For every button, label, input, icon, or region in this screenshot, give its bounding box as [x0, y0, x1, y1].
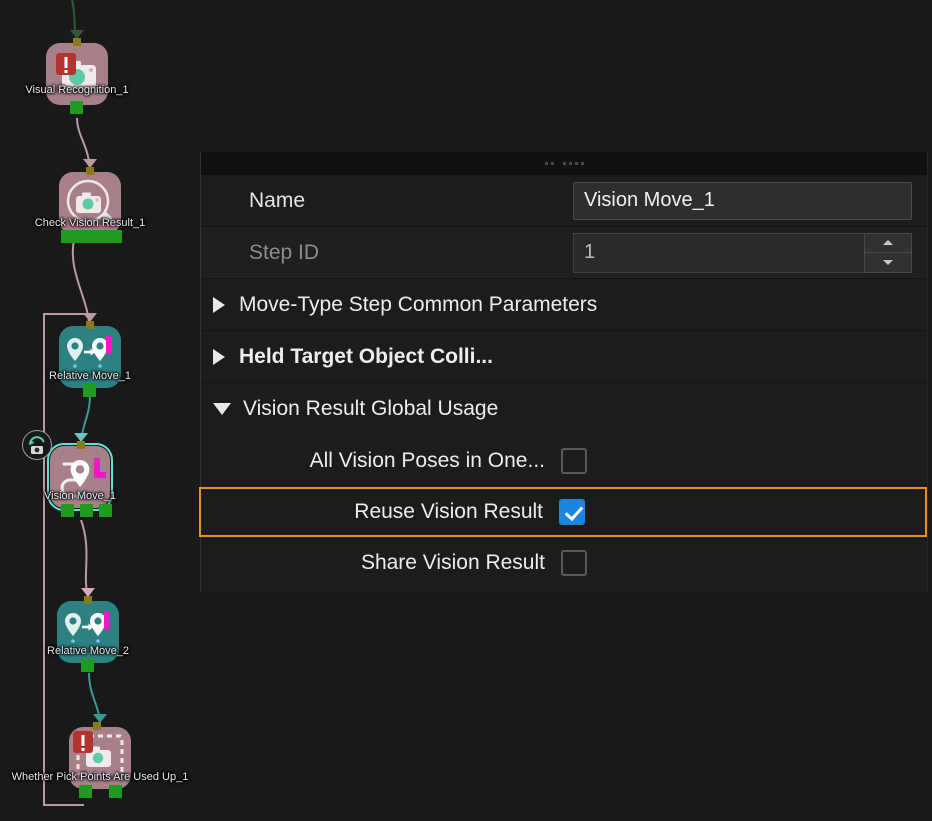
step-id-decrement-button[interactable] [864, 252, 912, 273]
reuse-vision-result-checkbox[interactable] [559, 499, 585, 525]
program-editor-window: Visual Recognition_1 Check Vision Resu [0, 0, 932, 821]
row-reuse-vision-result[interactable]: Reuse Vision Result [199, 487, 927, 537]
node-relative-move-2[interactable]: Relative Move_2 [57, 601, 119, 663]
output-port[interactable] [81, 659, 94, 672]
output-port[interactable] [79, 785, 92, 798]
caret-up-icon [883, 240, 893, 245]
section-held-target-object-collision[interactable]: Held Target Object Colli... [201, 331, 927, 383]
name-label: Name [201, 189, 573, 213]
node-check-vision-result-1[interactable]: Check Vision Result_1 [59, 172, 121, 234]
all-vision-poses-label: All Vision Poses in One... [249, 449, 561, 473]
node-visual-recognition-1[interactable]: Visual Recognition_1 [46, 43, 108, 105]
vision-move-icon [50, 446, 110, 508]
row-share-vision-result[interactable]: Share Vision Result [201, 537, 927, 589]
caret-down-icon [883, 260, 893, 265]
row-step-id: Step ID 1 [201, 227, 927, 279]
share-vision-result-label: Share Vision Result [249, 551, 561, 575]
drag-handle-icon [545, 162, 584, 165]
section-title: Vision Result Global Usage [243, 397, 498, 421]
camera-check-icon [59, 172, 121, 234]
flowchart-canvas[interactable]: Visual Recognition_1 Check Vision Resu [0, 0, 200, 821]
output-port[interactable] [61, 504, 74, 517]
camera-dashed-error-icon [69, 727, 131, 789]
chevron-down-icon [213, 403, 231, 415]
step-id-value[interactable]: 1 [573, 233, 864, 273]
all-vision-poses-checkbox[interactable] [561, 448, 587, 474]
step-id-label: Step ID [201, 241, 573, 265]
row-name: Name Vision Move_1 [201, 175, 927, 227]
step-id-stepper[interactable]: 1 [573, 233, 912, 273]
output-port[interactable] [109, 785, 122, 798]
node-relative-move-1[interactable]: Relative Move_1 [59, 326, 121, 388]
output-port[interactable] [99, 504, 112, 517]
chevron-right-icon [213, 297, 225, 313]
section-move-type-common[interactable]: Move-Type Step Common Parameters [201, 279, 927, 331]
row-all-vision-poses-in-one[interactable]: All Vision Poses in One... [201, 435, 927, 487]
output-port[interactable] [70, 101, 83, 114]
loop-vision-icon [25, 431, 49, 460]
step-properties-panel: Name Vision Move_1 Step ID 1 Move-Type S… [200, 152, 928, 592]
loop-badge[interactable] [22, 430, 52, 460]
chevron-right-icon [213, 349, 225, 365]
reuse-vision-result-label: Reuse Vision Result [247, 500, 559, 524]
share-vision-result-checkbox[interactable] [561, 550, 587, 576]
name-input[interactable]: Vision Move_1 [573, 182, 912, 220]
relative-move-icon [57, 601, 119, 663]
camera-error-icon [46, 43, 108, 105]
section-vision-result-global-usage[interactable]: Vision Result Global Usage [201, 383, 927, 435]
output-port[interactable] [80, 504, 93, 517]
step-id-increment-button[interactable] [864, 233, 912, 253]
node-vision-move-1[interactable]: Vision Move_1 [50, 446, 110, 508]
node-whether-pick-points-are-used-up-1[interactable]: Whether Pick Points Are Used Up_1 [69, 727, 131, 789]
output-port[interactable] [109, 230, 122, 243]
output-port[interactable] [83, 384, 96, 397]
panel-drag-handle[interactable] [201, 152, 927, 175]
connection-wires [0, 0, 200, 821]
section-title: Move-Type Step Common Parameters [239, 293, 597, 317]
section-title: Held Target Object Colli... [239, 345, 493, 369]
relative-move-icon [59, 326, 121, 388]
